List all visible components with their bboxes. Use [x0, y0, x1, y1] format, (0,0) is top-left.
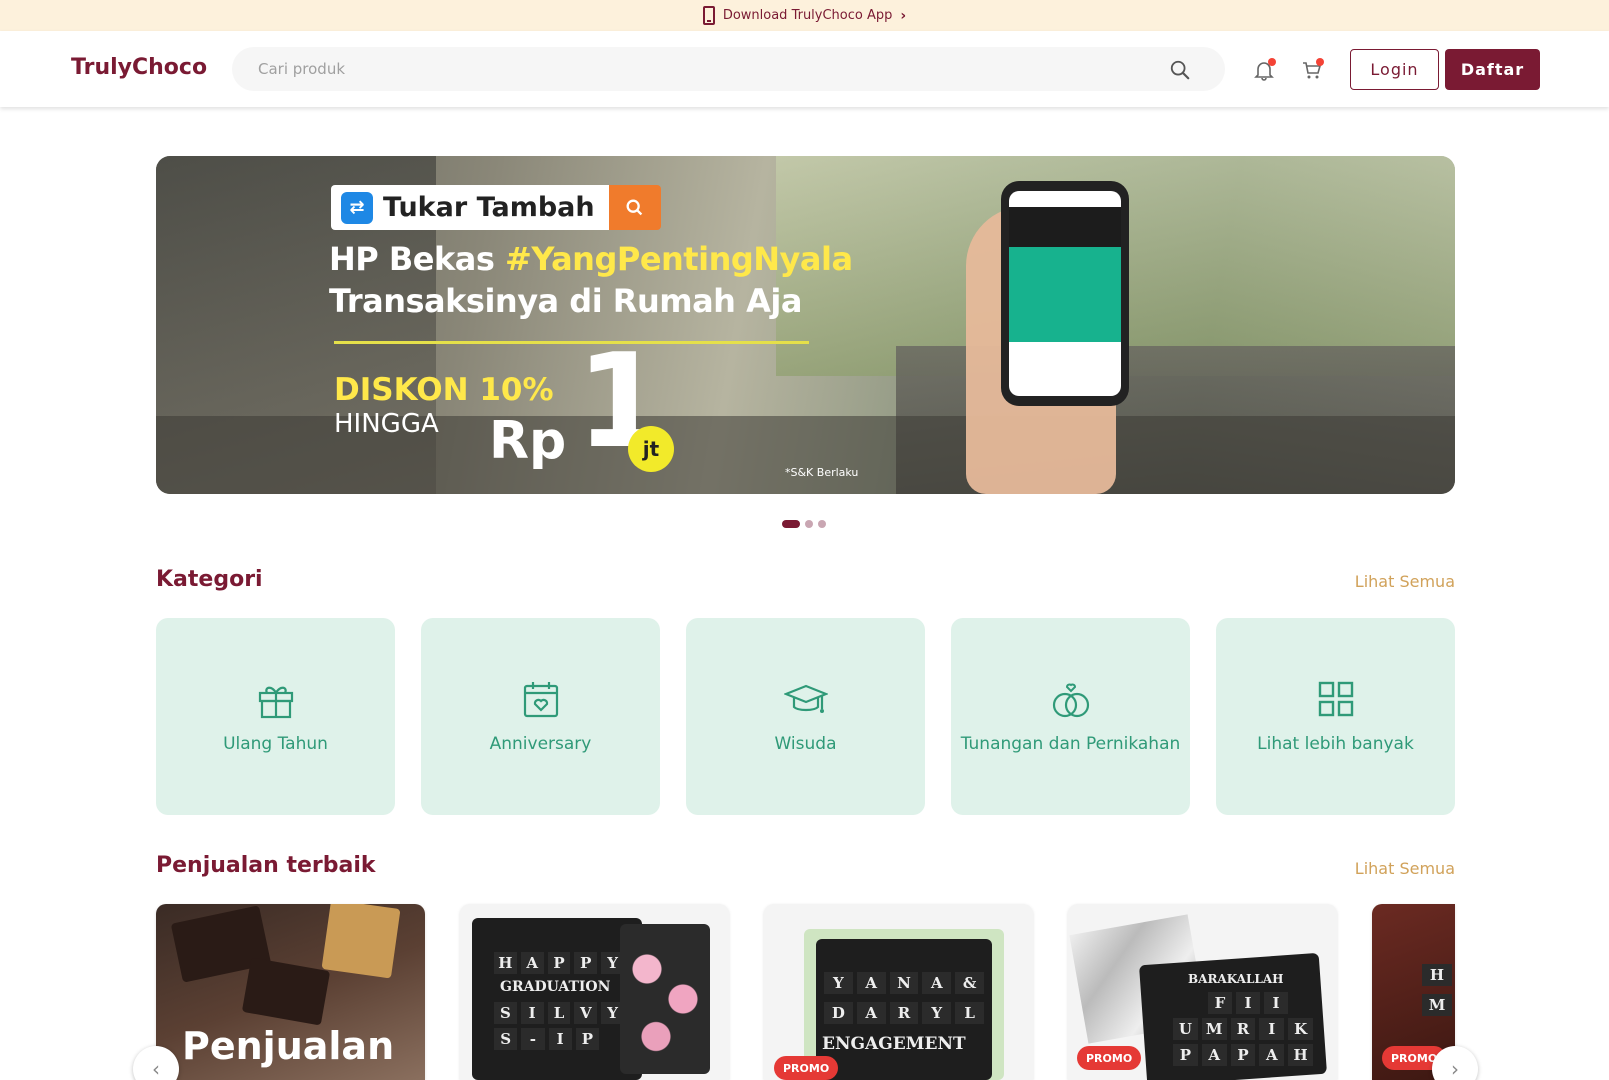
banner-terms: *S&K Berlaku [785, 466, 859, 479]
gift-icon [258, 686, 293, 718]
category-label: Lihat lebih banyak [1257, 733, 1414, 754]
banner-unit: jt [628, 426, 674, 472]
category-ulang-tahun[interactable]: Ulang Tahun [156, 618, 395, 815]
letter-row: HAPPY [494, 952, 624, 974]
download-app-text: Download TrulyChoco App [722, 8, 893, 23]
letter-row: DARYL [824, 1002, 984, 1024]
tukar-tambah-label: Tukar Tambah [383, 192, 595, 223]
promo-badge: PROMO [774, 1056, 839, 1080]
search-bar [232, 47, 1225, 91]
best-seller-title: Penjualan terbaik [156, 853, 376, 878]
logo[interactable]: TrulyChoco [71, 55, 207, 80]
letter-row: UMRIK [1173, 1018, 1313, 1040]
kategori-see-all-link[interactable]: Lihat Semua [1355, 572, 1455, 591]
headline-hashtag: #YangPentingNyala [505, 240, 853, 278]
cart-dot [1316, 58, 1324, 66]
cart-button[interactable] [1300, 58, 1324, 82]
letter-row: Y A N A & [824, 972, 984, 994]
graduation-cap-icon [783, 684, 828, 713]
carousel-next-button[interactable]: › [1432, 1046, 1478, 1080]
search-input[interactable] [258, 47, 1138, 91]
grid-icon [1318, 681, 1353, 716]
letter-row: FII [1208, 992, 1288, 1014]
tukar-tambah-badge: ⇄ Tukar Tambah [331, 185, 661, 230]
letter-banner: GRADUATION [500, 979, 611, 995]
rings-icon [1052, 683, 1089, 717]
phone-icon [702, 6, 715, 25]
notification-button[interactable] [1252, 58, 1276, 82]
category-label: Wisuda [774, 733, 837, 754]
letter-row: PAPAH [1173, 1044, 1313, 1066]
promo-banner[interactable]: ⇄ Tukar Tambah HP Bekas #YangPentingNyal… [156, 156, 1455, 494]
letter-row: S-IP [494, 1028, 599, 1050]
product-card[interactable]: Y A N A & DARYL ENGAGEMENT PROMO [764, 904, 1033, 1080]
banner-headline: HP Bekas #YangPentingNyala [329, 240, 853, 278]
banner-hingga: HINGGA [334, 409, 439, 439]
letter-banner: ENGAGEMENT [822, 1034, 966, 1054]
banner-divider [334, 341, 809, 344]
promo-badge: PROMO [1077, 1046, 1142, 1070]
category-label: Ulang Tahun [223, 733, 328, 754]
category-label: Tunangan dan Pernikahan [960, 733, 1181, 754]
product-card[interactable]: HAPPY GRADUATION SILVY S-IP [460, 904, 729, 1080]
letter-row: H [1422, 964, 1452, 986]
product-card[interactable]: BARAKALLAH FII UMRIK PAPAH PROMO [1068, 904, 1337, 1080]
letter-row: M [1422, 994, 1452, 1016]
slide-dot-1[interactable] [782, 520, 800, 528]
category-anniversary[interactable]: Anniversary [421, 618, 660, 815]
category-more[interactable]: Lihat lebih banyak [1216, 618, 1455, 815]
chocolate-image [241, 957, 331, 1026]
search-icon[interactable] [1169, 59, 1191, 81]
chevron-right-icon: › [1451, 1057, 1459, 1080]
header: TrulyChoco Login Daftar [0, 31, 1609, 107]
category-wisuda[interactable]: Wisuda [686, 618, 925, 815]
banner-discount: DISKON 10% [334, 372, 554, 408]
calendar-heart-icon [523, 681, 558, 717]
letter-row: SILVY [494, 1002, 624, 1024]
category-label: Anniversary [489, 733, 592, 754]
banner-search-icon [608, 185, 661, 230]
tukar-tambah-logo-icon: ⇄ [341, 191, 373, 224]
banner-pagination [782, 520, 826, 528]
notification-dot [1268, 58, 1276, 66]
category-tunangan[interactable]: Tunangan dan Pernikahan [951, 618, 1190, 815]
banner-rp: Rp [489, 411, 567, 471]
phone-image [1001, 181, 1129, 406]
strawberries-image [620, 924, 710, 1074]
headline-prefix: HP Bekas [329, 240, 506, 278]
download-app-bar[interactable]: Download TrulyChoco App › [0, 0, 1609, 31]
daftar-button[interactable]: Daftar [1445, 49, 1540, 90]
best-seller-see-all-link[interactable]: Lihat Semua [1355, 859, 1455, 878]
login-button[interactable]: Login [1350, 49, 1439, 90]
banner-subheadline: Transaksinya di Rumah Aja [329, 282, 802, 320]
cover-text: Penjualan [182, 1024, 395, 1068]
slide-dot-3[interactable] [818, 520, 826, 528]
slide-dot-2[interactable] [805, 520, 813, 528]
chocolate-image [321, 904, 401, 979]
product-card-cover[interactable]: Penjualan [156, 904, 425, 1080]
kategori-title: Kategori [156, 567, 263, 592]
letter-banner: BARAKALLAH [1188, 972, 1284, 986]
chocolate-box-image [472, 918, 642, 1080]
chevron-left-icon: ‹ [152, 1057, 160, 1080]
chevron-right-icon: › [900, 7, 907, 24]
